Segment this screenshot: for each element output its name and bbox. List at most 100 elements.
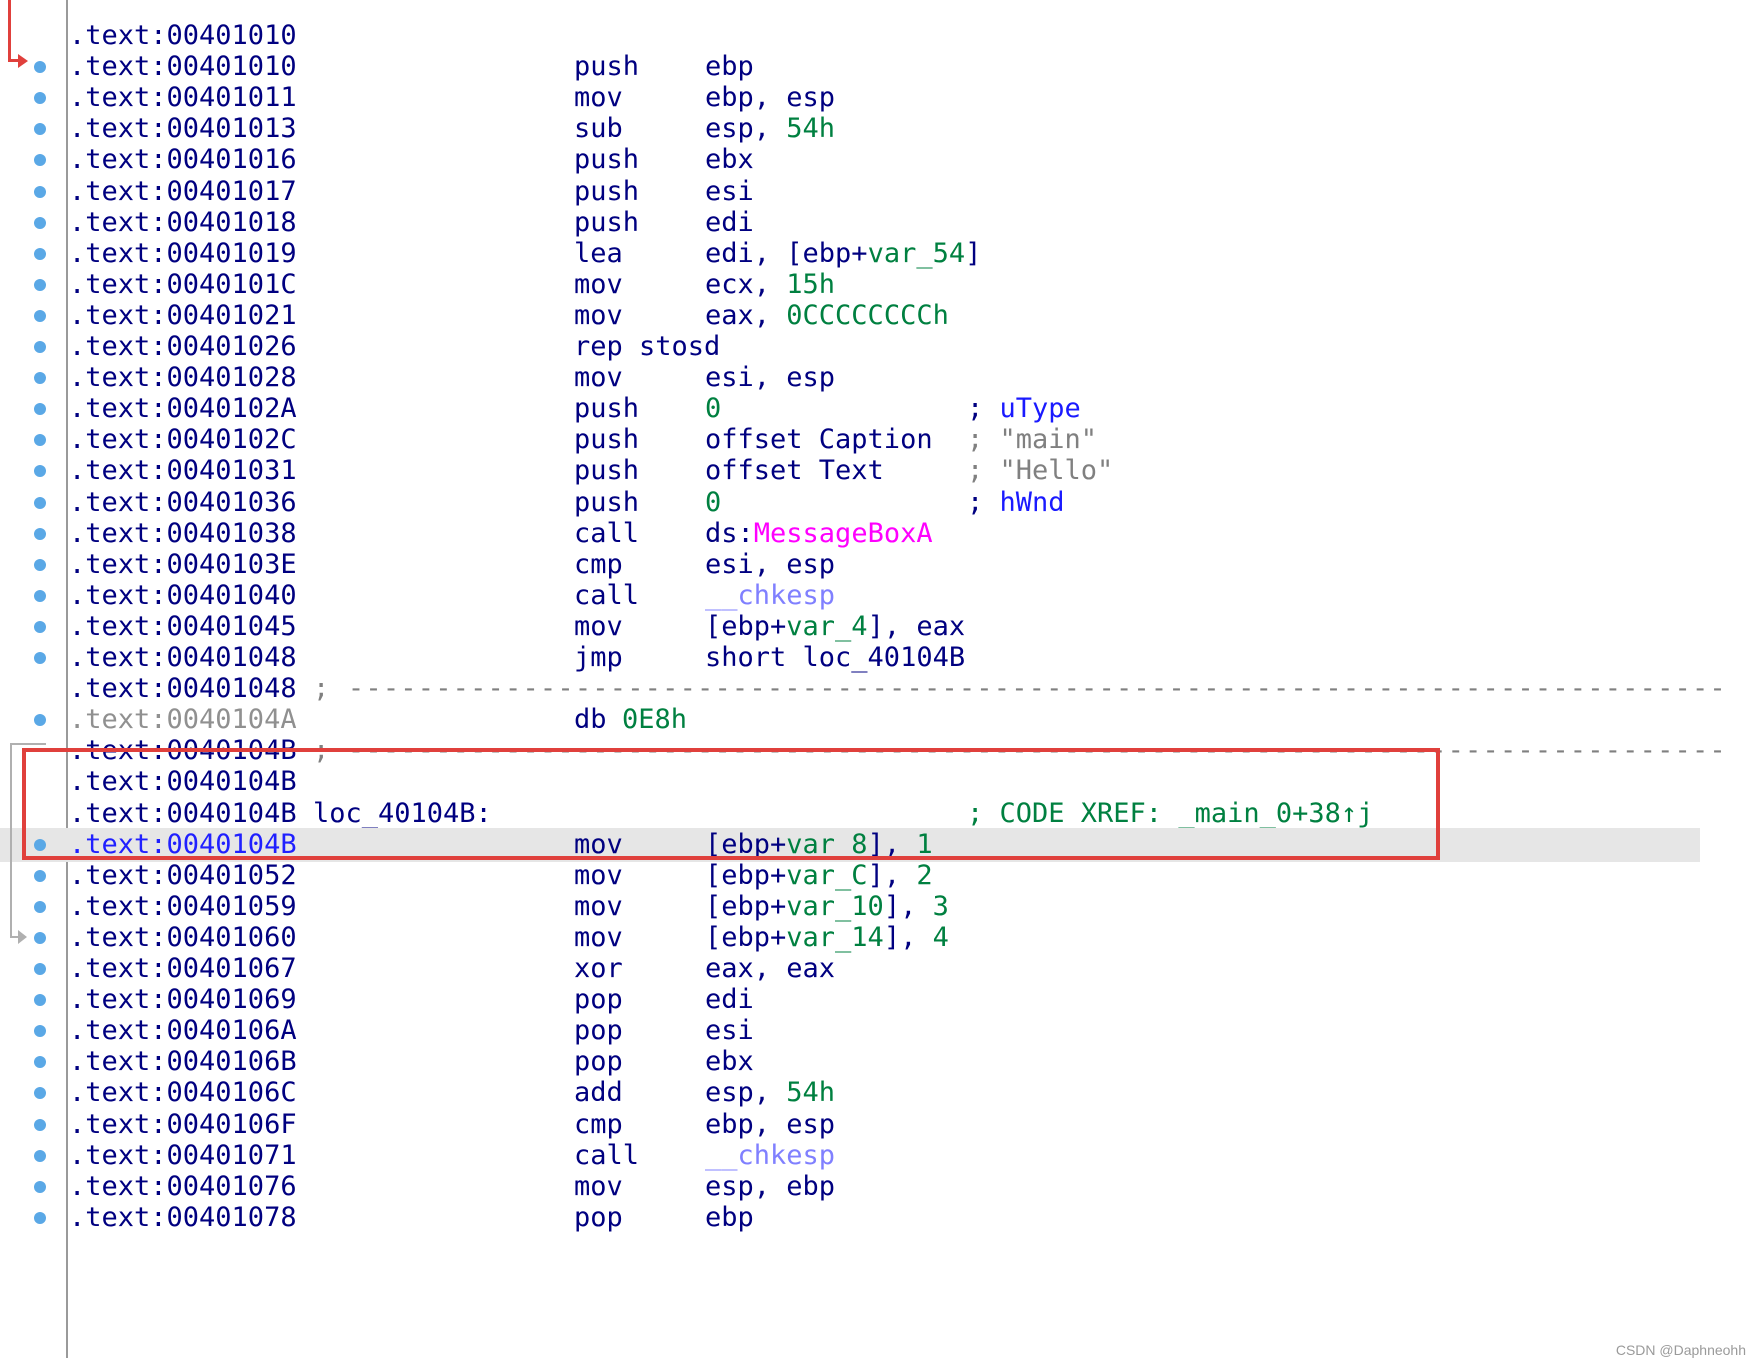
breakpoint-dot-icon[interactable] <box>34 309 46 322</box>
breakpoint-dot-icon[interactable] <box>34 714 46 727</box>
operand[interactable]: __chkesp <box>705 1140 835 1171</box>
address[interactable]: .text:00401040 <box>69 579 297 613</box>
listing-line[interactable]: .text:00401040 call __chkesp <box>0 579 1760 613</box>
address[interactable]: .text:00401026 <box>69 330 297 364</box>
breakpoint-dot-icon[interactable] <box>34 465 46 478</box>
listing-line[interactable]: .text:00401076 mov esp, ebp <box>0 1170 1760 1204</box>
listing-line[interactable]: .text:00401018 push edi <box>0 206 1760 240</box>
breakpoint-dot-icon[interactable] <box>34 403 46 416</box>
listing-line[interactable]: .text:00401013 sub esp, 54h <box>0 112 1760 146</box>
listing-line[interactable]: .text:0040106C add esp, 54h <box>0 1076 1760 1110</box>
breakpoint-dot-icon[interactable] <box>34 589 46 602</box>
breakpoint-dot-icon[interactable] <box>34 341 46 353</box>
address[interactable]: .text:00401011 <box>69 81 297 115</box>
address[interactable]: .text:0040103E <box>69 548 297 582</box>
breakpoint-dot-icon[interactable] <box>34 92 46 105</box>
listing-line[interactable]: .text:0040106A pop esi <box>0 1014 1760 1048</box>
address[interactable]: .text:00401060 <box>69 921 297 955</box>
listing-line[interactable]: .text:00401071 call __chkesp <box>0 1139 1760 1173</box>
breakpoint-dot-icon[interactable] <box>34 372 46 385</box>
breakpoint-dot-icon[interactable] <box>34 1211 46 1224</box>
breakpoint-dot-icon[interactable] <box>34 900 46 913</box>
address[interactable]: .text:0040104A <box>69 703 297 737</box>
breakpoint-dot-icon[interactable] <box>34 527 46 540</box>
address[interactable]: .text:00401076 <box>69 1170 297 1204</box>
address[interactable]: .text:00401017 <box>69 175 297 209</box>
operand[interactable]: MessageBoxA <box>754 518 933 549</box>
listing-line[interactable]: .text:00401017 push esi <box>0 175 1760 209</box>
listing-line[interactable]: .text:00401078 pop ebp <box>0 1201 1760 1235</box>
listing-line[interactable]: .text:00401026 rep stosd <box>0 330 1760 364</box>
breakpoint-dot-icon[interactable] <box>34 1180 46 1193</box>
address[interactable]: .text:00401013 <box>69 112 297 146</box>
listing-line[interactable]: .text:0040103E cmp esi, esp <box>0 548 1760 582</box>
listing-line[interactable]: .text:0040102C push offset Caption; "main" <box>0 423 1760 457</box>
address[interactable]: .text:0040102A <box>69 392 297 426</box>
breakpoint-dot-icon[interactable] <box>34 1149 46 1162</box>
address[interactable]: .text:0040101C <box>69 268 297 302</box>
listing-line[interactable]: .text:00401052 mov [ebp+var_C], 2 <box>0 859 1760 893</box>
listing-line[interactable]: .text:00401067 xor eax, eax <box>0 952 1760 986</box>
address[interactable]: .text:00401059 <box>69 890 297 924</box>
listing-line[interactable]: .text:00401036 push 0; hWnd <box>0 486 1760 520</box>
address[interactable]: .text:00401018 <box>69 206 297 240</box>
address[interactable]: .text:00401019 <box>69 237 297 271</box>
listing-line[interactable]: .text:00401060 mov [ebp+var_14], 4 <box>0 921 1760 955</box>
listing-line[interactable]: .text:00401031 push offset Text; "Hello" <box>0 454 1760 488</box>
address[interactable]: .text:00401010 <box>69 19 297 53</box>
address[interactable]: .text:0040106A <box>69 1014 297 1048</box>
listing-line[interactable]: .text:0040106F cmp ebp, esp <box>0 1108 1760 1142</box>
address[interactable]: .text:00401045 <box>69 610 297 644</box>
listing-line[interactable]: .text:00401019 lea edi, [ebp+var_54] <box>0 237 1760 271</box>
address[interactable]: .text:00401069 <box>69 983 297 1017</box>
breakpoint-dot-icon[interactable] <box>34 558 46 571</box>
address[interactable]: .text:00401052 <box>69 859 297 893</box>
breakpoint-dot-icon[interactable] <box>34 963 46 975</box>
listing-line[interactable]: .text:0040104A db 0E8h <box>0 703 1760 737</box>
breakpoint-dot-icon[interactable] <box>34 154 46 167</box>
address[interactable]: .text:0040102C <box>69 423 297 457</box>
address[interactable]: .text:00401028 <box>69 361 297 395</box>
breakpoint-dot-icon[interactable] <box>34 1025 46 1038</box>
breakpoint-dot-icon[interactable] <box>34 61 46 74</box>
listing-line[interactable]: .text:0040106B pop ebx <box>0 1045 1760 1079</box>
breakpoint-dot-icon[interactable] <box>34 1118 46 1131</box>
address[interactable]: .text:0040106C <box>69 1076 297 1110</box>
address[interactable]: .text:00401048 <box>69 672 297 706</box>
breakpoint-dot-icon[interactable] <box>34 1056 46 1069</box>
breakpoint-dot-icon[interactable] <box>34 1087 46 1100</box>
address[interactable]: .text:0040106F <box>69 1108 297 1142</box>
listing-line[interactable]: .text:00401045 mov [ebp+var_4], eax <box>0 610 1760 644</box>
breakpoint-dot-icon[interactable] <box>34 185 46 198</box>
listing-line[interactable]: .text:00401059 mov [ebp+var_10], 3 <box>0 890 1760 924</box>
breakpoint-dot-icon[interactable] <box>34 434 46 447</box>
listing-line[interactable]: .text:00401010 push ebp <box>0 50 1760 84</box>
breakpoint-dot-icon[interactable] <box>34 278 46 291</box>
listing-line[interactable]: .text:00401011 mov ebp, esp <box>0 81 1760 115</box>
listing-line[interactable]: .text:00401048 ; ------------------------… <box>0 672 1760 706</box>
disassembly-view[interactable]: .text:00401010 .text:00401010 push ebp .text… <box>0 0 1760 1358</box>
breakpoint-dot-icon[interactable] <box>34 931 46 944</box>
address[interactable]: .text:0040106B <box>69 1045 297 1079</box>
listing-line[interactable]: .text:00401016 push ebx <box>0 143 1760 177</box>
breakpoint-dot-icon[interactable] <box>34 652 46 664</box>
breakpoint-dot-icon[interactable] <box>34 496 46 509</box>
listing-line[interactable]: .text:00401021 mov eax, 0CCCCCCCCh <box>0 299 1760 333</box>
address[interactable]: .text:00401031 <box>69 454 297 488</box>
address[interactable]: .text:00401038 <box>69 517 297 551</box>
address[interactable]: .text:00401048 <box>69 641 297 675</box>
listing-line[interactable]: .text:0040101C mov ecx, 15h <box>0 268 1760 302</box>
address[interactable]: .text:00401036 <box>69 486 297 520</box>
address[interactable]: .text:00401021 <box>69 299 297 333</box>
listing-line[interactable]: .text:0040102A push 0; uType <box>0 392 1760 426</box>
address[interactable]: .text:00401071 <box>69 1139 297 1173</box>
address[interactable]: .text:00401067 <box>69 952 297 986</box>
listing-line[interactable]: .text:00401069 pop edi <box>0 983 1760 1017</box>
listing-line[interactable]: .text:00401010 <box>0 19 1760 53</box>
listing-line[interactable]: .text:00401038 call ds:MessageBoxA <box>0 517 1760 551</box>
breakpoint-dot-icon[interactable] <box>34 247 46 260</box>
address[interactable]: .text:00401016 <box>69 143 297 177</box>
breakpoint-dot-icon[interactable] <box>34 123 46 136</box>
operand[interactable]: __chkesp <box>705 580 835 611</box>
listing-line[interactable]: .text:00401028 mov esi, esp <box>0 361 1760 395</box>
